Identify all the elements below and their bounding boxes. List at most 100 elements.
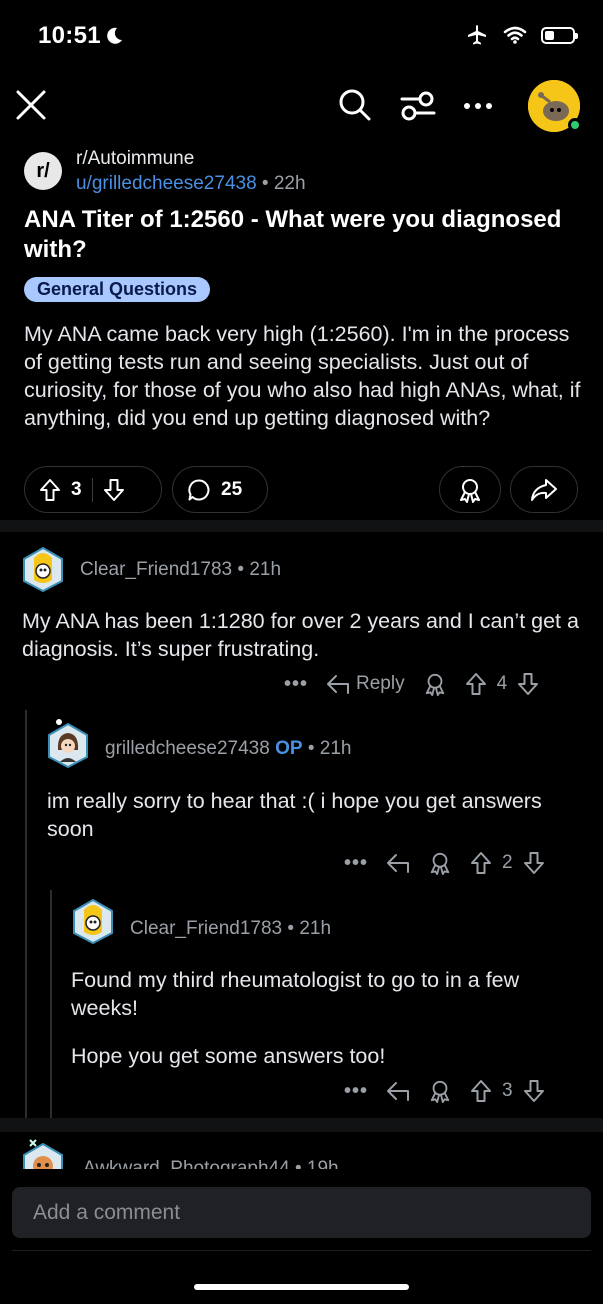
comment-more-button[interactable]: ••• [344,1080,368,1103]
reply-icon [327,675,350,694]
status-icons [465,24,578,46]
downvote-icon[interactable] [523,851,545,875]
home-indicator[interactable] [194,1284,409,1290]
award-button[interactable] [428,1079,452,1103]
award-button[interactable] [423,672,447,696]
airplane-icon [465,24,489,46]
comment-username[interactable]: Clear_Friend1783 [80,559,232,580]
composer-divider [12,1250,591,1251]
comment-vote-count: 3 [502,1080,513,1101]
comment-username[interactable]: Awkward_Photograph44 [83,1158,290,1169]
downvote-icon[interactable] [523,1079,545,1103]
subreddit-name[interactable]: r/Autoimmune [76,148,194,170]
award-button[interactable] [439,466,501,513]
comment-vote-count: 4 [496,673,508,694]
comment-avatar[interactable] [70,898,116,944]
comment-meta: Awkward_Photograph44 • 19h [83,1158,339,1169]
post-time: 22h [273,173,306,194]
post-author-link[interactable]: u/grilledcheese27438 [76,173,257,194]
meta-separator: • [261,173,269,194]
downvote-icon[interactable] [517,672,539,696]
upvote-button[interactable] [39,478,61,502]
comment-vote-bar: 4 [465,672,540,696]
close-icon [16,90,46,120]
upvote-icon[interactable] [465,672,487,696]
comment-meta: grilledcheese27438 OP • 21h [105,738,351,760]
reply-button[interactable] [386,1080,410,1102]
op-badge: OP [275,738,303,759]
comment-meta: Clear_Friend1783 • 21h [130,918,331,940]
comment-actions: ••• Reply 4 [284,672,539,696]
user-avatar-icon [23,1139,63,1169]
upvote-icon [40,478,60,501]
comment-vote-bar: 3 [470,1079,545,1103]
reply-button[interactable] [386,852,410,874]
comment-more-button[interactable]: ••• [284,673,308,696]
reply-icon [387,854,410,873]
upvote-icon[interactable] [470,1079,492,1103]
more-options-button[interactable] [460,92,496,120]
thread-line[interactable] [25,710,27,1118]
comment-count: 25 [221,478,243,500]
award-icon [460,478,480,503]
comment-actions: ••• 2 [344,851,545,875]
add-comment-input[interactable]: Add a comment [12,1187,591,1238]
comment-avatar[interactable] [20,1138,66,1169]
post-vote-count: 3 [71,478,82,500]
banana-avatar-icon [23,546,63,592]
user-avatar-icon [48,719,88,768]
online-status-indicator [568,118,582,132]
comment-avatar[interactable] [20,546,66,592]
award-icon [430,852,450,875]
comment-time: 21h [249,559,282,580]
meta-separator: • [294,1158,302,1169]
comment-vote-bar: 2 [470,851,545,875]
post-body: My ANA came back very high (1:2560). I'm… [24,322,581,430]
comments-button[interactable]: 25 [172,466,268,513]
upvote-icon[interactable] [470,851,492,875]
comment-username[interactable]: grilledcheese27438 [105,738,270,759]
reply-button[interactable]: Reply [326,673,405,695]
post-comments-divider [0,520,603,532]
comment-bubble-icon [188,478,210,500]
comment-text: Found my third rheumatologist to go to i… [71,968,520,1020]
award-icon [425,673,444,696]
user-avatar-button[interactable] [528,80,582,132]
comment-text: im really sorry to hear that :( i hope y… [47,789,542,841]
share-button[interactable] [510,466,578,513]
reply-icon [387,1082,410,1101]
sliders-icon [400,91,436,121]
meta-separator: • [307,738,315,759]
status-time: 10:51 [38,22,101,49]
wifi-icon [503,26,527,44]
comment-text: My ANA has been 1:1280 for over 2 years … [22,609,579,661]
award-icon [430,1080,450,1103]
battery-icon [541,26,578,44]
meta-separator: • [237,559,245,580]
moon-icon [104,26,124,46]
search-button[interactable] [336,86,374,124]
comment-time: 21h [319,738,352,759]
comment-divider [0,1118,603,1132]
comment-text: Hope you get some answers too! [71,1044,386,1068]
comment-avatar[interactable] [45,718,91,768]
comment-username[interactable]: Clear_Friend1783 [130,918,282,939]
comment-more-button[interactable]: ••• [344,852,368,875]
downvote-button[interactable] [103,478,125,502]
award-button[interactable] [428,851,452,875]
banana-avatar-icon [73,898,113,944]
comment-actions: ••• 3 [344,1079,545,1103]
subreddit-icon[interactable]: r/ [24,152,62,190]
post-vote-bar: 3 [24,466,162,513]
thread-line[interactable] [50,890,52,1118]
comment-time: 21h [299,918,332,939]
more-horizontal-icon [464,103,492,109]
reply-label: Reply [356,673,405,694]
downvote-icon [103,478,124,501]
close-button[interactable] [12,86,50,124]
comment-time: 19h [306,1158,339,1169]
post-flair-badge[interactable]: General Questions [24,277,211,302]
vote-divider [91,477,93,502]
sort-filter-button[interactable] [398,88,438,124]
comment-vote-count: 2 [502,852,513,873]
